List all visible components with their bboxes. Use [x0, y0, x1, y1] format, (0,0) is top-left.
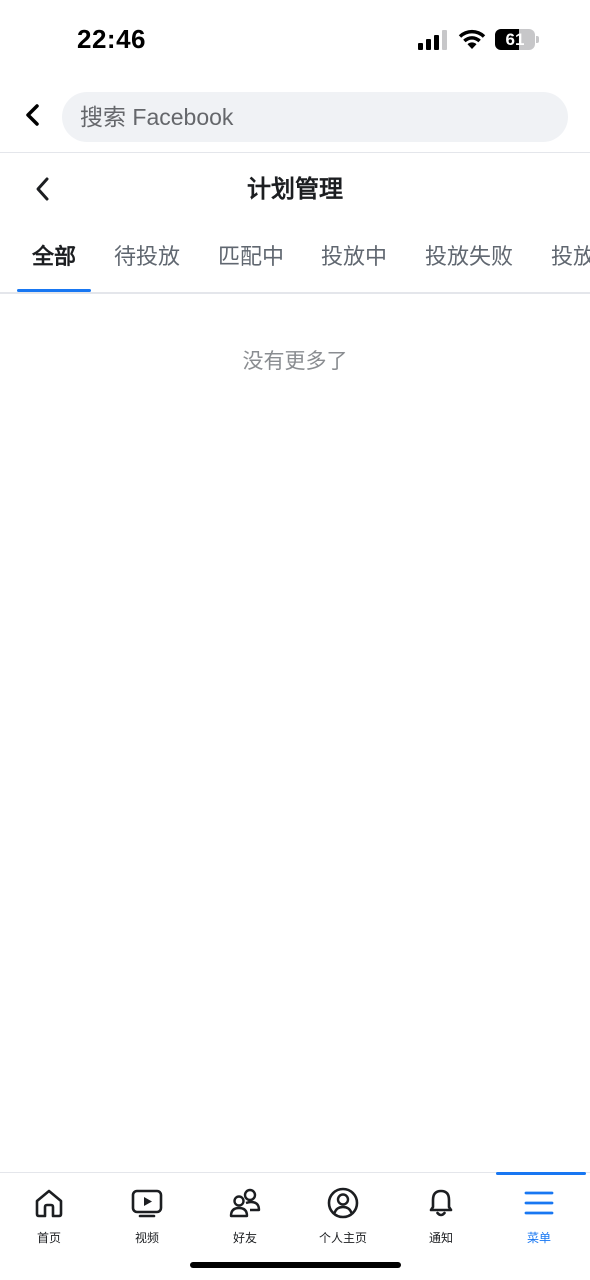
nav-label-home: 首页 [36, 1231, 61, 1245]
battery-icon: 61 [495, 29, 539, 50]
back-chevron-icon[interactable] [28, 174, 58, 204]
search-input[interactable] [80, 92, 550, 142]
tab-matching[interactable]: 匹配中 [218, 224, 284, 292]
battery-level: 61 [505, 30, 525, 49]
nav-item-home[interactable]: 首页 [0, 1173, 98, 1253]
tab-more[interactable]: 投放 [551, 224, 590, 292]
search-box[interactable] [62, 92, 568, 142]
tab-all[interactable]: 全部 [32, 224, 76, 292]
nav-item-video[interactable]: 视频 [98, 1173, 196, 1253]
nav-label-friends: 好友 [232, 1231, 257, 1245]
nav-item-profile[interactable]: 个人主页 [294, 1173, 392, 1253]
nav-label-video: 视频 [134, 1231, 159, 1245]
nav-label-menu: 菜单 [526, 1231, 551, 1245]
tab-pending[interactable]: 待投放 [114, 224, 180, 292]
tab-indicator [17, 289, 91, 292]
video-icon [131, 1189, 163, 1218]
home-icon [35, 1189, 63, 1218]
wifi-icon [458, 29, 486, 49]
tab-delivering[interactable]: 投放中 [321, 224, 387, 292]
nav-label-profile: 个人主页 [318, 1231, 367, 1245]
signal-icon [418, 30, 447, 50]
page-header: 计划管理 [0, 154, 590, 224]
tab-bar: 全部 待投放 匹配中 投放中 投放失败 投放 [0, 224, 590, 294]
home-indicator[interactable] [190, 1262, 401, 1268]
friends-icon [229, 1188, 261, 1218]
search-header [0, 80, 590, 153]
page-title: 计划管理 [247, 175, 343, 203]
nav-item-friends[interactable]: 好友 [196, 1173, 294, 1253]
bell-icon [429, 1189, 453, 1217]
nav-item-menu[interactable]: 菜单 [490, 1173, 588, 1253]
status-time: 22:46 [77, 24, 146, 54]
nav-item-notifications[interactable]: 通知 [392, 1173, 490, 1253]
nav-label-notifications: 通知 [428, 1231, 453, 1245]
tab-failed[interactable]: 投放失败 [425, 224, 513, 292]
app-screen: 22:46 61 计划管理 [0, 0, 590, 1280]
empty-state-text: 没有更多了 [242, 349, 348, 373]
profile-icon [327, 1187, 359, 1219]
menu-icon [524, 1191, 554, 1215]
status-bar: 22:46 61 [0, 0, 590, 80]
chevron-left-icon[interactable] [18, 100, 48, 130]
